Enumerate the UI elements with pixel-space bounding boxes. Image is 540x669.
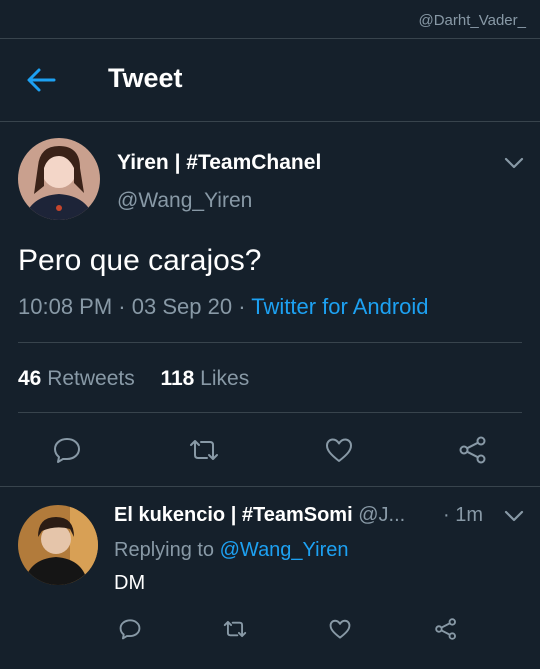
reply-header: El kukencio | #TeamSomi @J... [114,504,494,527]
likes-stat[interactable]: 118 Likes [160,367,249,390]
retweet-icon[interactable] [188,436,220,464]
user-handle[interactable]: @Wang_Yiren [117,189,252,213]
likes-count: 118 [160,367,195,390]
reply-tweet[interactable]: El kukencio | #TeamSomi @J... · 1m Reply… [0,487,540,669]
like-icon[interactable] [328,618,352,640]
avatar[interactable] [18,505,98,585]
meta-separator: · [238,294,246,319]
reply-text: DM [114,572,146,594]
retweets-count: 46 [18,367,42,390]
divider [18,342,522,343]
retweet-icon[interactable] [222,618,248,640]
replying-to: Replying to @Wang_Yiren [114,539,349,562]
display-name[interactable]: Yiren | #TeamChanel [117,151,321,175]
meta-separator: · [118,294,126,319]
likes-label: Likes [200,367,250,390]
replying-mention-link[interactable]: @Wang_Yiren [220,539,349,561]
watermark: @Darht_Vader_ [418,12,526,29]
tweet-actions [0,434,540,464]
tweet-date: 03 Sep 20 [131,294,233,319]
reply-icon[interactable] [52,436,82,464]
arrow-left-icon[interactable] [26,67,56,93]
tweet-time: 10:08 PM [18,294,113,319]
avatar[interactable] [18,138,100,220]
replying-label: Replying to [114,539,215,561]
tweet-stats: 46 Retweets 118 Likes [18,367,249,391]
page-title: Tweet [108,63,183,93]
divider [18,412,522,413]
tweet-meta: 10:08 PM · 03 Sep 20 · Twitter for Andro… [18,294,429,320]
chevron-down-icon[interactable] [503,509,525,523]
reply-time: · 1m [443,504,483,526]
share-icon[interactable] [434,618,458,640]
reply-display-name[interactable]: El kukencio | #TeamSomi [114,504,353,526]
top-bar: Tweet [0,38,540,122]
share-icon[interactable] [458,436,488,464]
chevron-down-icon[interactable] [503,156,525,170]
reply-icon[interactable] [118,618,142,640]
reply-handle[interactable]: @J... [358,504,405,526]
like-icon[interactable] [324,436,354,464]
tweet-source-link[interactable]: Twitter for Android [251,294,428,319]
retweets-label: Retweets [47,367,135,390]
tweet-text: Pero que carajos? [18,244,262,277]
retweets-stat[interactable]: 46 Retweets [18,367,135,390]
